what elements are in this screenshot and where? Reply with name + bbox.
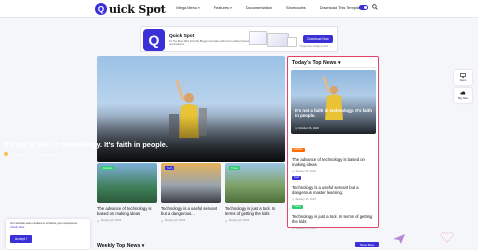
post-card-date: ◷ January 25, 2023 — [225, 219, 250, 223]
avatar — [4, 152, 8, 156]
demo-label: Demo — [459, 79, 467, 82]
monitor-icon — [460, 73, 466, 78]
show-more-button[interactable]: Show More — [355, 242, 379, 247]
ad-logo: Q — [143, 29, 165, 51]
ad-title: Quick Spot — [169, 34, 195, 39]
hero-meta: Sora Blogging ◷ October 06, 2022 — [4, 152, 60, 157]
ad-screenshot — [287, 37, 297, 47]
author: Sora Blogging — [4, 152, 28, 157]
nav-item-download[interactable]: Download This Template — [320, 5, 362, 10]
ad-subtitle: #1 The Best SEO Friendly Blogger templat… — [169, 40, 249, 47]
dark-mode-toggle[interactable] — [359, 5, 368, 10]
post-date: ◷ October 06, 2022 — [32, 152, 60, 157]
post-card[interactable]: Travel Technology is just a tool. In ter… — [225, 163, 285, 223]
nav-item-documentation[interactable]: Documentation — [246, 5, 272, 10]
paper-plane-icon — [393, 234, 405, 244]
sidebar-featured-date: ◷ October 06, 2022 — [295, 127, 319, 130]
site-header: Q uick Spot Home Mega Menu ▾ Features ▾ Do… — [0, 0, 478, 18]
buy-now-button[interactable]: Buy Now — [454, 88, 472, 103]
widget-title-text: Today's Top News — [292, 60, 337, 66]
page: Q uick Spot Home Mega Menu ▾ Features ▾ Do… — [0, 0, 478, 250]
post-tag: Fashion — [292, 148, 305, 152]
sidebar-post-date-text: January 25, 2023 — [295, 226, 316, 230]
nav-item-mega-menu[interactable]: Mega Menu ▾ — [176, 5, 199, 10]
nav-label: Home — [152, 5, 163, 10]
post-tag: Travel — [292, 205, 303, 209]
post-card[interactable]: Tech Technology is a useful servant but … — [161, 163, 221, 223]
sidebar-featured-date-text: October 06, 2022 — [298, 127, 319, 130]
nav-label: Shortcodes — [286, 5, 306, 10]
nav-label: Mega Menu — [176, 5, 197, 10]
post-card-title: The advance of technology is based on ma… — [97, 206, 152, 217]
buy-now-label: Buy Now — [458, 97, 468, 100]
nav-item-features[interactable]: Features ▾ — [214, 5, 232, 10]
post-card-date: ◷ January 25, 2023 — [161, 219, 186, 223]
sidebar-featured-title: It's not a faith in technology. It's fai… — [295, 108, 372, 119]
hero-title[interactable]: It's not a faith in technology. It's fai… — [4, 140, 184, 149]
author-name: Sora Blogging — [9, 153, 28, 157]
post-card-date-text: January 25, 2023 — [100, 219, 122, 222]
post-tag: Fashion — [101, 166, 115, 170]
post-tag: Travel — [229, 166, 241, 170]
cookie-check-link[interactable]: Check Now — [10, 225, 24, 229]
post-card-title: Technology is just a tool. In terms of g… — [225, 206, 276, 217]
nav-label: Documentation — [245, 5, 272, 10]
chevron-down-icon: ▾ — [141, 243, 145, 249]
ad-note: * Responsive design on best — [299, 46, 329, 48]
sidebar-post[interactable]: Travel Technology is just a tool. In ter… — [292, 194, 376, 230]
logo-mark: Q — [95, 3, 107, 15]
ad-download-button[interactable]: Download Now — [303, 35, 333, 43]
ad-screenshot — [267, 33, 289, 47]
post-date-text: October 06, 2022 — [36, 152, 60, 157]
post-card-image: Fashion — [97, 163, 157, 203]
cloud-download-icon — [460, 91, 466, 95]
cookie-text: Our website uses cookies to enhance your… — [10, 221, 84, 229]
post-card-date-text: January 25, 2023 — [228, 219, 250, 222]
post-card[interactable]: Fashion The advance of technology is bas… — [97, 163, 157, 223]
demo-button[interactable]: Demo — [454, 70, 472, 85]
nav-item-home[interactable]: Home — [152, 5, 162, 10]
ad-banner[interactable]: Q Quick Spot #1 The Best SEO Friendly Bl… — [140, 26, 338, 52]
post-card-image: Travel — [225, 163, 285, 203]
divider — [292, 67, 376, 68]
nav-label: Download This Template — [319, 5, 363, 10]
ad-screenshot — [249, 31, 267, 45]
post-tag: Tech — [165, 166, 175, 170]
post-card-date-text: January 25, 2023 — [164, 219, 186, 222]
todays-top-news-widget: Today's Top News ▾ It's not a faith in t… — [287, 56, 379, 230]
sidebar-post-title: Technology is just a tool. In terms of g… — [292, 213, 373, 224]
sidebar-post-date: ◷ January 25, 2023 — [292, 226, 316, 230]
chevron-down-icon: ▾ — [197, 5, 200, 10]
cookie-notice: Our website uses cookies to enhance your… — [6, 219, 90, 249]
post-card-date: ◷ January 25, 2023 — [97, 219, 122, 223]
widget-title: Today's Top News ▾ — [292, 60, 341, 66]
sidebar-featured-post[interactable]: It's not a faith in technology. It's fai… — [291, 70, 376, 134]
hero-overlay — [97, 116, 285, 162]
post-tag: Tech — [292, 176, 302, 180]
chevron-down-icon: ▾ — [230, 5, 232, 10]
weekly-top-news-heading: Weekly Top News ▾ — [97, 243, 144, 249]
nav-label: Features — [213, 5, 230, 10]
main-nav: Home Mega Menu ▾ Features ▾ Documentation … — [152, 5, 376, 10]
search-icon[interactable] — [372, 4, 378, 10]
cookie-accept-button[interactable]: Accept ! — [10, 235, 32, 243]
heart-outline-icon — [440, 231, 454, 243]
chevron-down-icon: ▾ — [338, 60, 341, 66]
weekly-heading-text: Weekly Top News — [97, 243, 141, 249]
post-card-image: Tech — [161, 163, 221, 203]
post-card-title: Technology is a useful servant but a dan… — [161, 206, 218, 217]
nav-item-shortcodes[interactable]: Shortcodes — [286, 5, 306, 10]
